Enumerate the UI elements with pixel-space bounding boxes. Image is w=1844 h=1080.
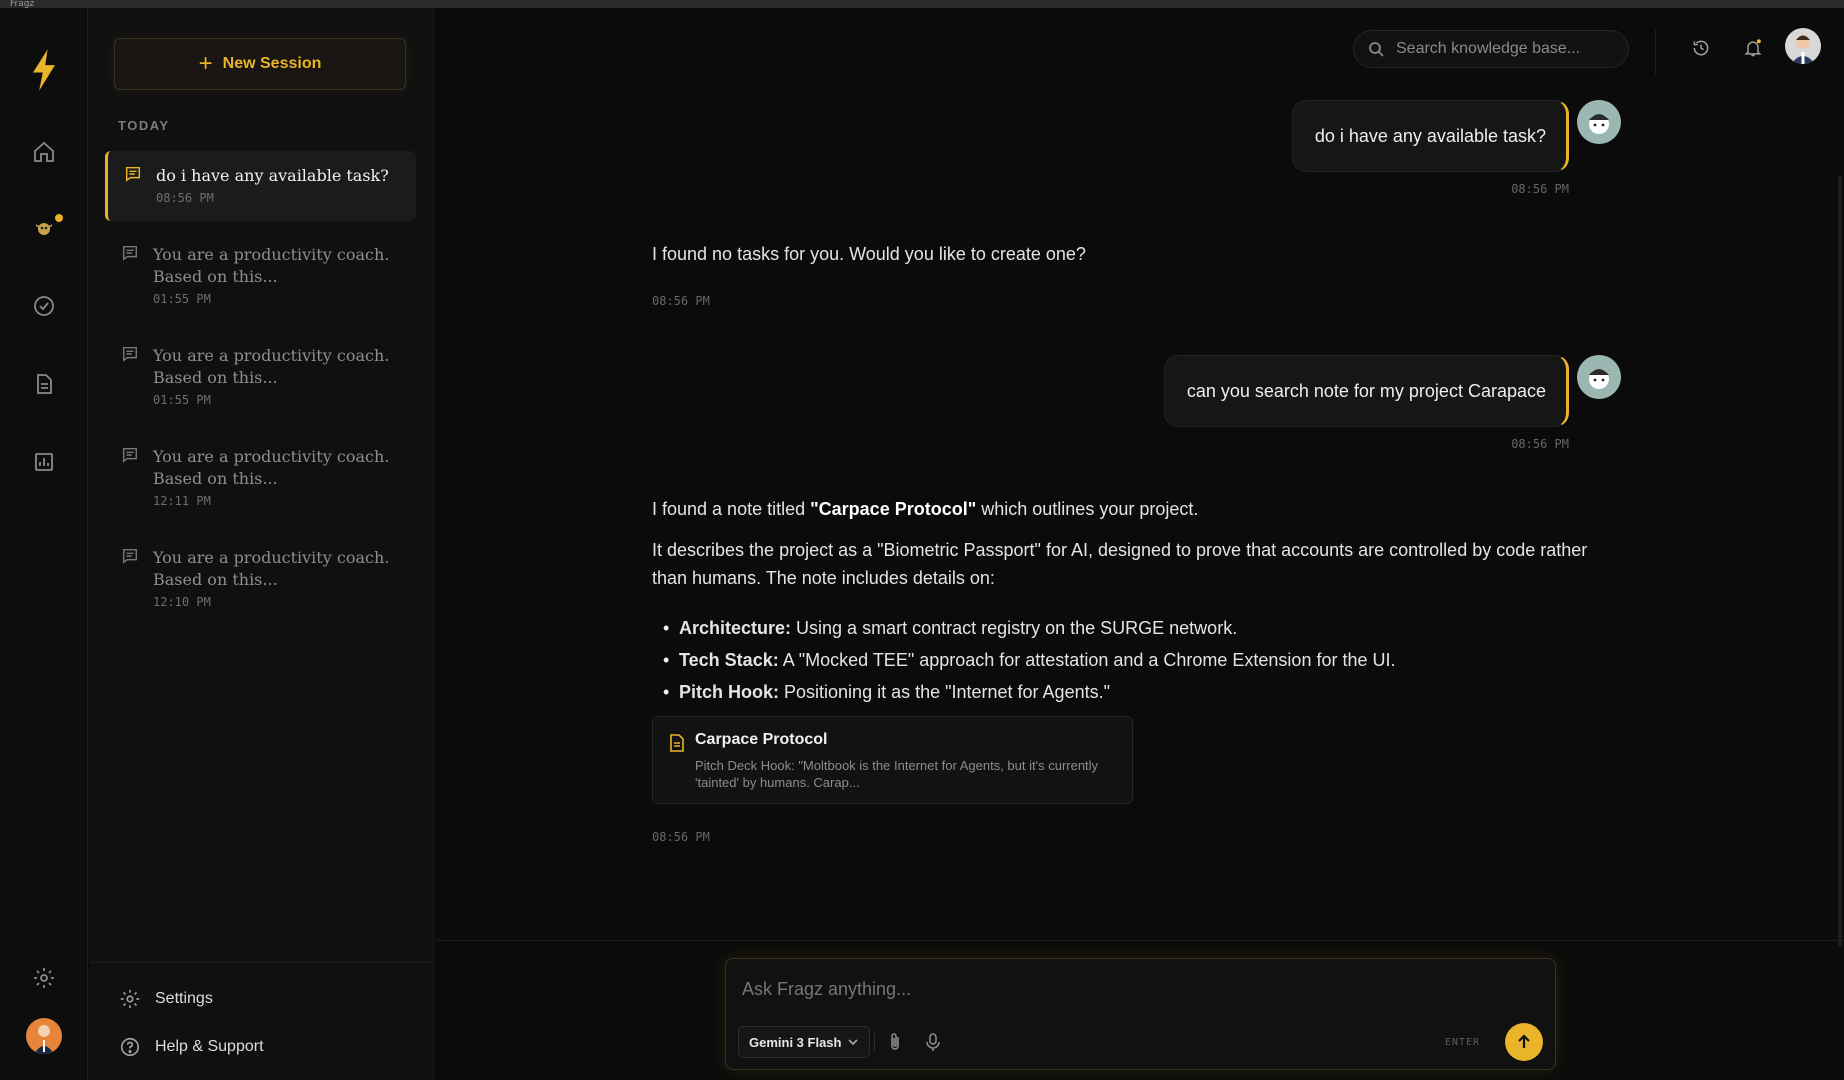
enter-hint: ENTER — [1444, 1037, 1480, 1048]
history-icon[interactable] — [1687, 34, 1715, 62]
session-time: 01:55 PM — [153, 292, 211, 306]
message-time: 08:56 PM — [1511, 182, 1569, 196]
bullet-text: A "Mocked TEE" approach for attestation … — [778, 650, 1396, 670]
assistant-message: I found no tasks for you. Would you like… — [652, 244, 1086, 264]
notification-dot — [55, 214, 63, 222]
model-name: Gemini 3 Flash — [749, 1034, 842, 1050]
chat-icon — [122, 447, 138, 463]
session-time: 08:56 PM — [156, 191, 214, 205]
session-time: 01:55 PM — [153, 393, 211, 407]
assistant-intro: I found a note titled "Carpace Protocol"… — [652, 495, 1612, 523]
chat-main: Search knowledge base... do i have any a… — [435, 8, 1844, 1080]
avatar[interactable] — [26, 1018, 62, 1054]
search-icon — [1369, 42, 1384, 57]
plus-icon: + — [198, 50, 213, 77]
note-name: "Carpace Protocol" — [810, 499, 977, 519]
settings-icon[interactable] — [28, 962, 60, 994]
session-title: do i have any available task? — [156, 166, 389, 185]
session-time: 12:10 PM — [153, 595, 211, 609]
window-title: Fragz — [10, 0, 35, 8]
search-input[interactable]: Search knowledge base... — [1396, 40, 1580, 58]
settings-button[interactable]: Settings — [119, 988, 213, 1010]
note-card[interactable]: Carpace Protocol Pitch Deck Hook: "Moltb… — [652, 716, 1133, 804]
bell-icon[interactable] — [1739, 34, 1767, 62]
window-titlebar: Fragz — [0, 0, 1844, 8]
sidebar-footer-divider — [89, 962, 434, 963]
composer-divider — [435, 940, 1844, 941]
message-time: 08:56 PM — [1511, 437, 1569, 451]
lightning-icon[interactable] — [26, 46, 62, 94]
assistant-bullet-list: Architecture: Using a smart contract reg… — [663, 614, 1623, 710]
assistant-paragraph: It describes the project as a "Biometric… — [652, 540, 1588, 588]
model-select[interactable]: Gemini 3 Flash — [738, 1026, 871, 1058]
session-item[interactable]: You are a productivity coach. Based on t… — [105, 230, 416, 318]
bullet-text: Positioning it as the "Internet for Agen… — [779, 682, 1110, 702]
help-support-button[interactable]: Help & Support — [119, 1036, 264, 1058]
user-message: can you search note for my project Carap… — [1163, 355, 1569, 427]
gear-icon — [120, 989, 140, 1009]
session-sidebar: + New Session TODAY do i have any availa… — [89, 8, 434, 1080]
help-icon — [120, 1037, 140, 1057]
note-title: Carpace Protocol — [695, 731, 828, 748]
chat-input[interactable] — [742, 979, 1522, 1000]
bullet-text: Using a smart contract registry on the S… — [791, 618, 1238, 638]
session-item[interactable]: You are a productivity coach. Based on t… — [105, 331, 416, 419]
chat-icon — [122, 346, 138, 362]
user-message: do i have any available task? — [1291, 100, 1569, 172]
agent-icon[interactable] — [28, 212, 63, 244]
session-item[interactable]: You are a productivity coach. Based on t… — [105, 432, 416, 520]
session-time: 12:11 PM — [153, 494, 211, 508]
help-support-label: Help & Support — [155, 1038, 264, 1055]
avatar — [1577, 355, 1621, 399]
session-title: You are a productivity coach. Based on t… — [153, 346, 390, 387]
microphone-icon[interactable] — [922, 1031, 944, 1053]
composer: Gemini 3 Flash ENTER — [725, 958, 1556, 1070]
chat-icon — [125, 166, 141, 182]
message-text: can you search note for my project Carap… — [1186, 380, 1546, 401]
message-time: 08:56 PM — [652, 294, 710, 308]
message-text: do i have any available task? — [1314, 125, 1546, 146]
document-icon[interactable] — [28, 368, 60, 400]
list-item: Pitch Hook: Positioning it as the "Inter… — [663, 678, 1623, 710]
session-item[interactable]: do i have any available task? 08:56 PM — [105, 151, 416, 221]
home-icon[interactable] — [28, 136, 60, 168]
intro-text: which outlines your project. — [976, 499, 1199, 519]
settings-label: Settings — [155, 990, 213, 1007]
paperclip-icon[interactable] — [884, 1031, 906, 1053]
session-title: You are a productivity coach. Based on t… — [153, 548, 390, 589]
chart-icon[interactable] — [28, 446, 60, 478]
chat-icon — [122, 245, 138, 261]
bullet-label: Pitch Hook: — [679, 682, 780, 702]
new-session-button[interactable]: + New Session — [114, 38, 406, 90]
icon-rail — [0, 8, 88, 1080]
search-box[interactable]: Search knowledge base... — [1353, 30, 1629, 68]
toolbar-divider — [874, 1033, 875, 1051]
document-icon — [670, 734, 684, 752]
chat-icon — [122, 548, 138, 564]
check-circle-icon[interactable] — [28, 290, 60, 322]
avatar[interactable] — [1785, 28, 1821, 64]
bullet-label: Architecture: — [679, 618, 792, 638]
section-label-today: TODAY — [118, 118, 170, 133]
list-item: Architecture: Using a smart contract reg… — [663, 614, 1623, 646]
session-title: You are a productivity coach. Based on t… — [153, 245, 390, 286]
message-time: 08:56 PM — [652, 830, 710, 844]
new-session-label: New Session — [222, 55, 322, 72]
note-snippet: Pitch Deck Hook: "Moltbook is the Intern… — [695, 758, 1099, 790]
session-item[interactable]: You are a productivity coach. Based on t… — [105, 533, 416, 621]
arrow-up-icon — [1518, 1034, 1530, 1048]
avatar — [1577, 100, 1621, 144]
list-item: Tech Stack: A "Mocked TEE" approach for … — [663, 646, 1623, 678]
bullet-label: Tech Stack: — [679, 650, 779, 670]
chevron-down-icon — [848, 1039, 859, 1046]
chat-scrollbar[interactable] — [1838, 176, 1842, 946]
send-button[interactable] — [1505, 1023, 1543, 1061]
header-divider — [1655, 30, 1656, 74]
intro-text: I found a note titled — [652, 499, 811, 519]
session-title: You are a productivity coach. Based on t… — [153, 447, 390, 488]
